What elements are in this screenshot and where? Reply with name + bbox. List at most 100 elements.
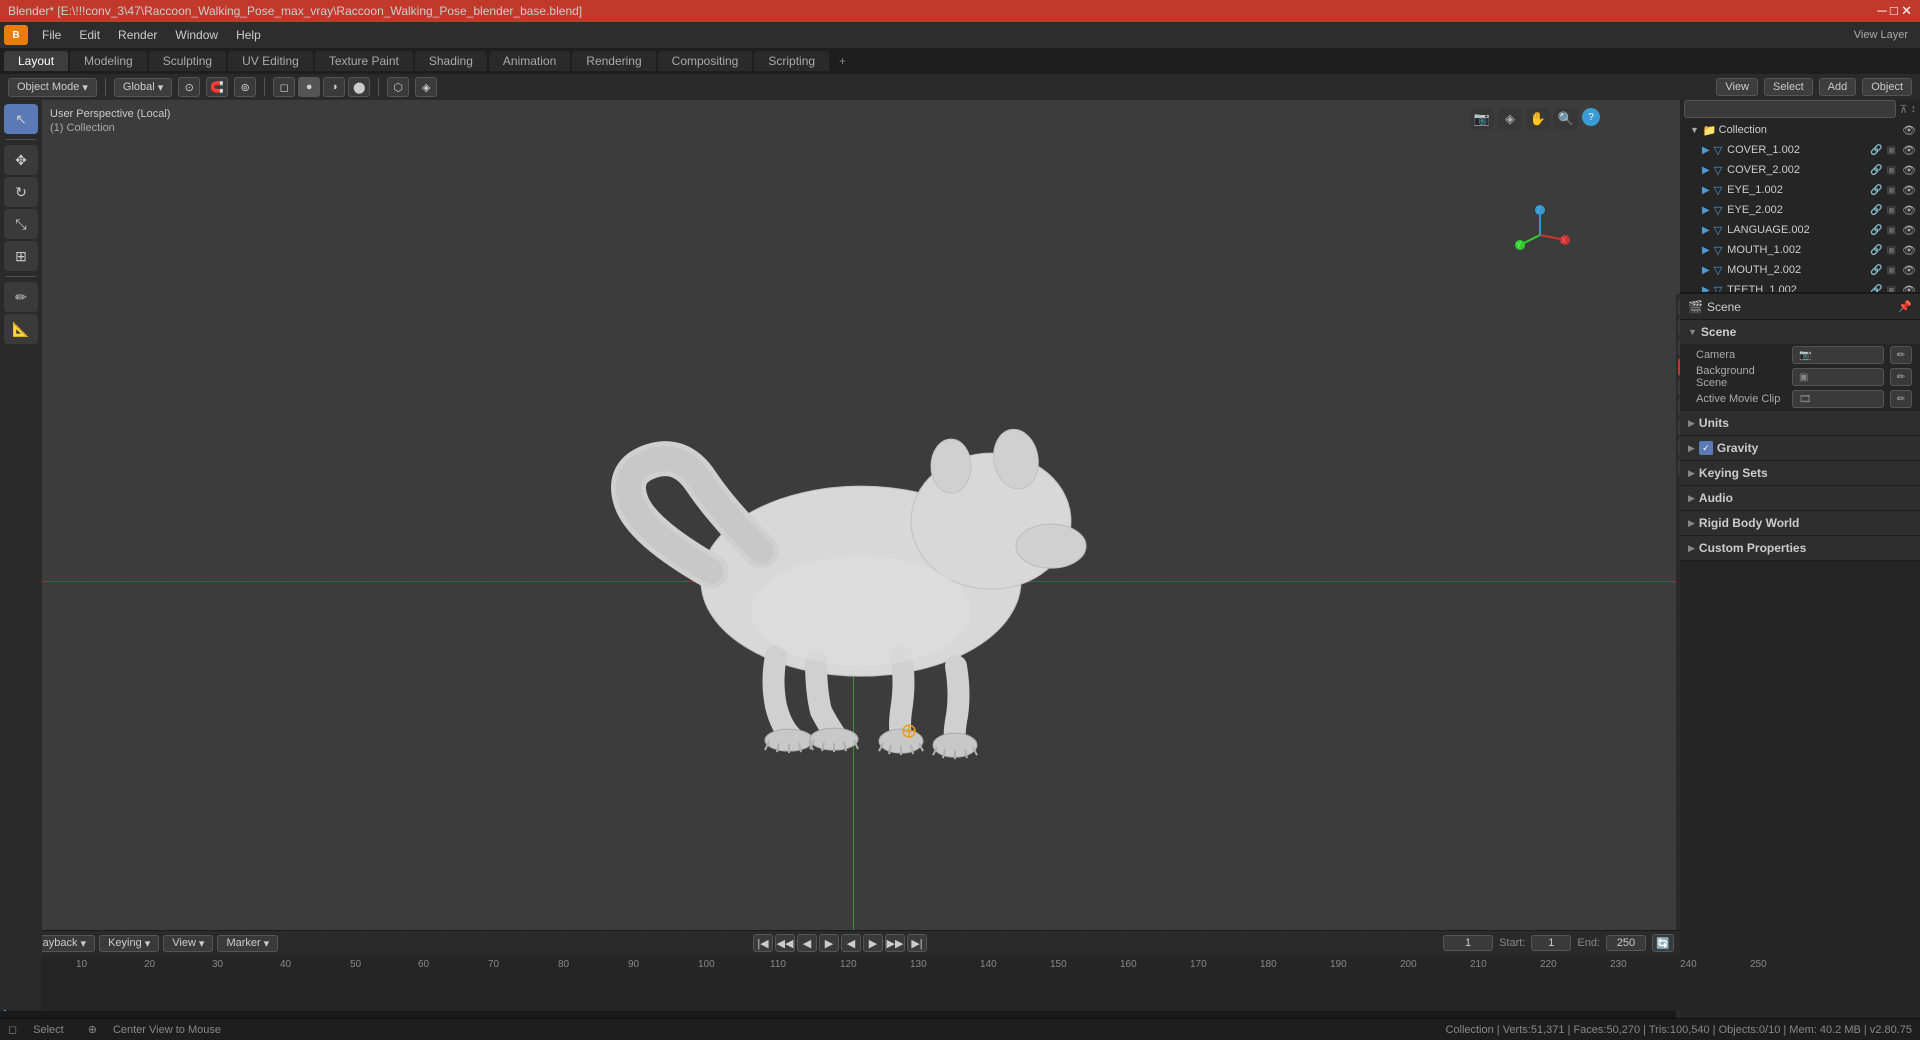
current-frame-input[interactable]: 1 bbox=[1443, 935, 1493, 951]
eye-icon[interactable]: 👁 bbox=[1902, 164, 1916, 177]
menu-file[interactable]: File bbox=[34, 26, 69, 44]
link-icon[interactable]: 🔗 bbox=[1870, 165, 1882, 176]
outliner-search-bar[interactable] bbox=[1684, 100, 1896, 118]
measure-tool[interactable]: 📐 bbox=[4, 314, 38, 344]
camera-edit-icon[interactable]: ✏ bbox=[1890, 346, 1912, 364]
outliner-item-teeth_1-002[interactable]: ▶ ▽ TEETH_1.002 🔗 ▣ 👁 bbox=[1680, 280, 1920, 294]
eye-icon[interactable]: 👁 bbox=[1902, 224, 1916, 237]
tab-layout[interactable]: Layout bbox=[4, 51, 68, 71]
eye-icon[interactable]: 👁 bbox=[1902, 284, 1916, 295]
tab-scripting[interactable]: Scripting bbox=[754, 51, 829, 71]
data-icon[interactable]: ▣ bbox=[1887, 145, 1896, 156]
xray-icon[interactable]: ◈ bbox=[415, 77, 437, 97]
tab-modeling[interactable]: Modeling bbox=[70, 51, 147, 71]
audio-section-header[interactable]: ▶ Audio bbox=[1680, 486, 1920, 510]
link-icon[interactable]: 🔗 bbox=[1870, 285, 1882, 295]
object-menu[interactable]: Object bbox=[1862, 78, 1912, 96]
jump-end-button[interactable]: ▶| bbox=[907, 934, 927, 952]
gravity-section-header[interactable]: ▶ ✓ Gravity bbox=[1680, 436, 1920, 460]
data-icon[interactable]: ▣ bbox=[1887, 225, 1896, 236]
link-icon[interactable]: 🔗 bbox=[1870, 185, 1882, 196]
units-section-header[interactable]: ▶ Units bbox=[1680, 411, 1920, 435]
viewport[interactable]: User Perspective (Local) (1) Collection … bbox=[42, 100, 1680, 1010]
link-icon[interactable]: 🔗 bbox=[1870, 225, 1882, 236]
transform-tool[interactable]: ⊞ bbox=[4, 241, 38, 271]
add-menu[interactable]: Add bbox=[1819, 78, 1857, 96]
pivot-icon[interactable]: ⊙ bbox=[178, 77, 200, 97]
sync-icon[interactable]: 🔄 bbox=[1652, 934, 1674, 952]
tab-shading[interactable]: Shading bbox=[415, 51, 487, 71]
tab-rendering[interactable]: Rendering bbox=[572, 51, 655, 71]
scene-section-header[interactable]: ▼ Scene bbox=[1680, 320, 1920, 344]
outliner-collection[interactable]: ▼ 📁 Collection 👁 bbox=[1680, 120, 1920, 140]
data-icon[interactable]: ▣ bbox=[1887, 245, 1896, 256]
gravity-checkbox[interactable]: ✓ bbox=[1699, 441, 1713, 455]
solid-icon[interactable]: ● bbox=[298, 77, 320, 97]
eye-icon[interactable]: 👁 bbox=[1902, 204, 1916, 217]
outliner-item-eye_1-002[interactable]: ▶ ▽ EYE_1.002 🔗 ▣ 👁 bbox=[1680, 180, 1920, 200]
step-back-button[interactable]: ◀ bbox=[797, 934, 817, 952]
outliner-item-language-002[interactable]: ▶ ▽ LANGUAGE.002 🔗 ▣ 👁 bbox=[1680, 220, 1920, 240]
marker-menu[interactable]: Marker ▾ bbox=[217, 935, 278, 952]
props-pin-icon[interactable]: 📌 bbox=[1898, 300, 1912, 313]
view-camera-gizmo[interactable]: 📷 bbox=[1470, 108, 1494, 130]
next-keyframe-button[interactable]: ▶▶ bbox=[885, 934, 905, 952]
tab-compositing[interactable]: Compositing bbox=[658, 51, 753, 71]
menu-window[interactable]: Window bbox=[167, 26, 226, 44]
data-icon[interactable]: ▣ bbox=[1887, 285, 1896, 295]
bg-scene-edit-icon[interactable]: ✏ bbox=[1890, 368, 1912, 386]
maximize-button[interactable]: □ bbox=[1890, 3, 1898, 18]
play-button[interactable]: ▶ bbox=[819, 934, 839, 952]
menu-edit[interactable]: Edit bbox=[71, 26, 108, 44]
link-icon[interactable]: 🔗 bbox=[1870, 145, 1882, 156]
outliner-item-cover_2-002[interactable]: ▶ ▽ COVER_2.002 🔗 ▣ 👁 bbox=[1680, 160, 1920, 180]
minimize-button[interactable]: ─ bbox=[1877, 3, 1886, 18]
object-mode-dropdown[interactable]: Object Mode ▾ bbox=[8, 78, 97, 97]
custom-props-header[interactable]: ▶ Custom Properties bbox=[1680, 536, 1920, 560]
scale-tool[interactable]: ⤡ bbox=[4, 209, 38, 239]
snap-icon[interactable]: 🧲 bbox=[206, 77, 228, 97]
keying-sets-header[interactable]: ▶ Keying Sets bbox=[1680, 461, 1920, 485]
menu-help[interactable]: Help bbox=[228, 26, 269, 44]
timeline-ruler[interactable]: 1 10 20 30 40 50 60 70 80 90 100 110 120… bbox=[0, 955, 1680, 1011]
link-icon[interactable]: 🔗 bbox=[1870, 265, 1882, 276]
data-icon[interactable]: ▣ bbox=[1887, 205, 1896, 216]
data-icon[interactable]: ▣ bbox=[1887, 185, 1896, 196]
active-clip-value[interactable]: 🎞 bbox=[1792, 390, 1884, 408]
view-pan-gizmo[interactable]: ✋ bbox=[1526, 108, 1550, 130]
play-reverse-button[interactable]: ◀ bbox=[841, 934, 861, 952]
eye-icon[interactable]: 👁 bbox=[1902, 244, 1916, 257]
overlay-icon[interactable]: ⬡ bbox=[387, 77, 409, 97]
outliner-select-filter[interactable]: ↕ bbox=[1911, 103, 1917, 115]
start-frame-input[interactable]: 1 bbox=[1531, 935, 1571, 951]
data-icon[interactable]: ▣ bbox=[1887, 165, 1896, 176]
move-tool[interactable]: ✥ bbox=[4, 145, 38, 175]
outliner-item-eye_2-002[interactable]: ▶ ▽ EYE_2.002 🔗 ▣ 👁 bbox=[1680, 200, 1920, 220]
tab-uv-editing[interactable]: UV Editing bbox=[228, 51, 313, 71]
jump-start-button[interactable]: |◀ bbox=[753, 934, 773, 952]
tab-sculpting[interactable]: Sculpting bbox=[149, 51, 226, 71]
tab-texture-paint[interactable]: Texture Paint bbox=[315, 51, 413, 71]
data-icon[interactable]: ▣ bbox=[1887, 265, 1896, 276]
help-icon[interactable]: ? bbox=[1582, 108, 1600, 126]
menu-render[interactable]: Render bbox=[110, 26, 165, 44]
link-icon[interactable]: 🔗 bbox=[1870, 245, 1882, 256]
rendered-icon[interactable]: ⬤ bbox=[348, 77, 370, 97]
end-frame-input[interactable]: 250 bbox=[1606, 935, 1646, 951]
eye-icon[interactable]: 👁 bbox=[1902, 184, 1916, 197]
select-menu[interactable]: Select bbox=[1764, 78, 1813, 96]
outliner-item-mouth_1-002[interactable]: ▶ ▽ MOUTH_1.002 🔗 ▣ 👁 bbox=[1680, 240, 1920, 260]
annotate-tool[interactable]: ✏ bbox=[4, 282, 38, 312]
outliner-item-cover_1-002[interactable]: ▶ ▽ COVER_1.002 🔗 ▣ 👁 bbox=[1680, 140, 1920, 160]
rotate-tool[interactable]: ↻ bbox=[4, 177, 38, 207]
proportional-icon[interactable]: ⊚ bbox=[234, 77, 256, 97]
outliner-item-mouth_2-002[interactable]: ▶ ▽ MOUTH_2.002 🔗 ▣ 👁 bbox=[1680, 260, 1920, 280]
eye-icon-collection[interactable]: 👁 bbox=[1902, 124, 1916, 137]
view-perspective-gizmo[interactable]: ◈ bbox=[1498, 108, 1522, 130]
rigid-body-world-header[interactable]: ▶ Rigid Body World bbox=[1680, 511, 1920, 535]
wireframe-icon[interactable]: ◻ bbox=[273, 77, 295, 97]
material-icon[interactable]: ◑ bbox=[323, 77, 345, 97]
view-menu[interactable]: View bbox=[1716, 78, 1758, 96]
select-tool[interactable]: ↖ bbox=[4, 104, 38, 134]
close-button[interactable]: ✕ bbox=[1901, 3, 1912, 18]
